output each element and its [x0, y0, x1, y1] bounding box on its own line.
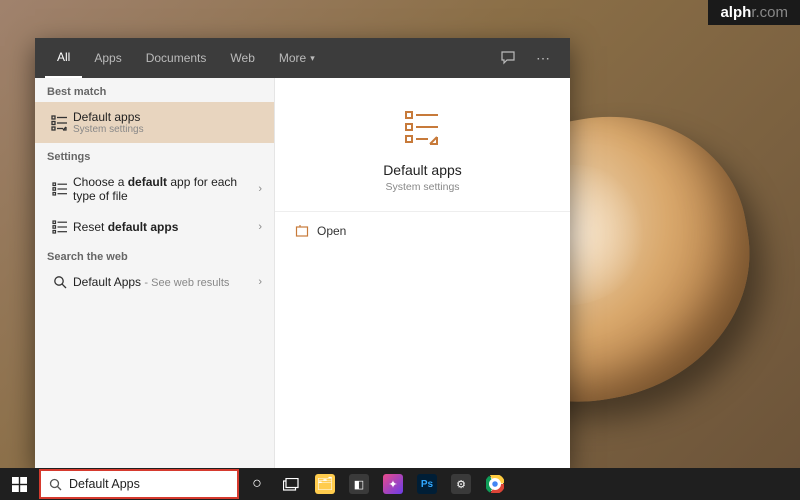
result-subtitle: System settings [73, 124, 262, 135]
result-text: Default Apps - See web results [73, 275, 258, 289]
default-apps-large-icon [402, 106, 444, 148]
search-tabs: All Apps Documents Web More▾ ⋯ [35, 38, 570, 78]
taskbar-file-explorer[interactable]: 🗂 [308, 468, 342, 500]
result-web-default-apps[interactable]: Default Apps - See web results › [35, 267, 274, 297]
open-label: Open [317, 224, 346, 238]
watermark: alphr.com [708, 0, 800, 25]
search-icon [49, 478, 62, 491]
list-icon [47, 219, 73, 235]
preview-subtitle: System settings [385, 181, 459, 193]
tab-all[interactable]: All [45, 38, 82, 78]
search-input[interactable] [69, 477, 230, 491]
chevron-right-icon: › [258, 221, 262, 233]
feedback-icon[interactable] [490, 50, 526, 66]
taskbar-search-box[interactable] [41, 471, 237, 497]
search-results-panel: All Apps Documents Web More▾ ⋯ Best matc… [35, 38, 570, 468]
preview-hero: Default apps System settings [275, 78, 570, 212]
open-icon [295, 224, 317, 238]
cortana-button[interactable]: ○ [240, 468, 274, 500]
result-text: Choose a default app for each type of fi… [73, 175, 258, 203]
tab-web[interactable]: Web [218, 38, 266, 78]
result-preview-pane: Default apps System settings Open [275, 78, 570, 468]
section-best-match: Best match [35, 78, 274, 102]
result-title: Default apps [73, 110, 140, 124]
section-search-web: Search the web [35, 243, 274, 267]
chevron-right-icon: › [258, 276, 262, 288]
preview-title: Default apps [383, 162, 462, 178]
task-view-button[interactable] [274, 468, 308, 500]
result-default-apps[interactable]: Default apps System settings [35, 102, 274, 143]
chevron-down-icon: ▾ [310, 53, 315, 64]
taskbar-chrome[interactable] [478, 468, 512, 500]
results-list: Best match Default apps System settings … [35, 78, 275, 468]
watermark-suffix: r.com [751, 4, 788, 21]
result-text: Default apps System settings [73, 110, 262, 135]
tab-apps[interactable]: Apps [82, 38, 133, 78]
section-settings: Settings [35, 143, 274, 167]
search-icon [47, 275, 73, 289]
result-choose-default-filetype[interactable]: Choose a default app for each type of fi… [35, 167, 274, 211]
result-text: Reset default apps [73, 220, 258, 234]
result-reset-default-apps[interactable]: Reset default apps › [35, 211, 274, 243]
tab-documents[interactable]: Documents [134, 38, 219, 78]
taskbar-app-2[interactable]: ✦ [376, 468, 410, 500]
start-button[interactable] [0, 468, 38, 500]
chevron-right-icon: › [258, 183, 262, 195]
tab-more[interactable]: More▾ [267, 38, 327, 78]
more-options-icon[interactable]: ⋯ [526, 50, 560, 67]
default-apps-icon [47, 114, 73, 132]
taskbar-app-1[interactable]: ◧ [342, 468, 376, 500]
taskbar-settings[interactable]: ⚙ [444, 468, 478, 500]
taskbar-photoshop[interactable]: Ps [410, 468, 444, 500]
list-icon [47, 181, 73, 197]
preview-open-action[interactable]: Open [275, 212, 570, 250]
watermark-brand: alph [720, 4, 751, 21]
search-body: Best match Default apps System settings … [35, 78, 570, 468]
taskbar: ○ 🗂 ◧ ✦ Ps ⚙ [0, 468, 800, 500]
